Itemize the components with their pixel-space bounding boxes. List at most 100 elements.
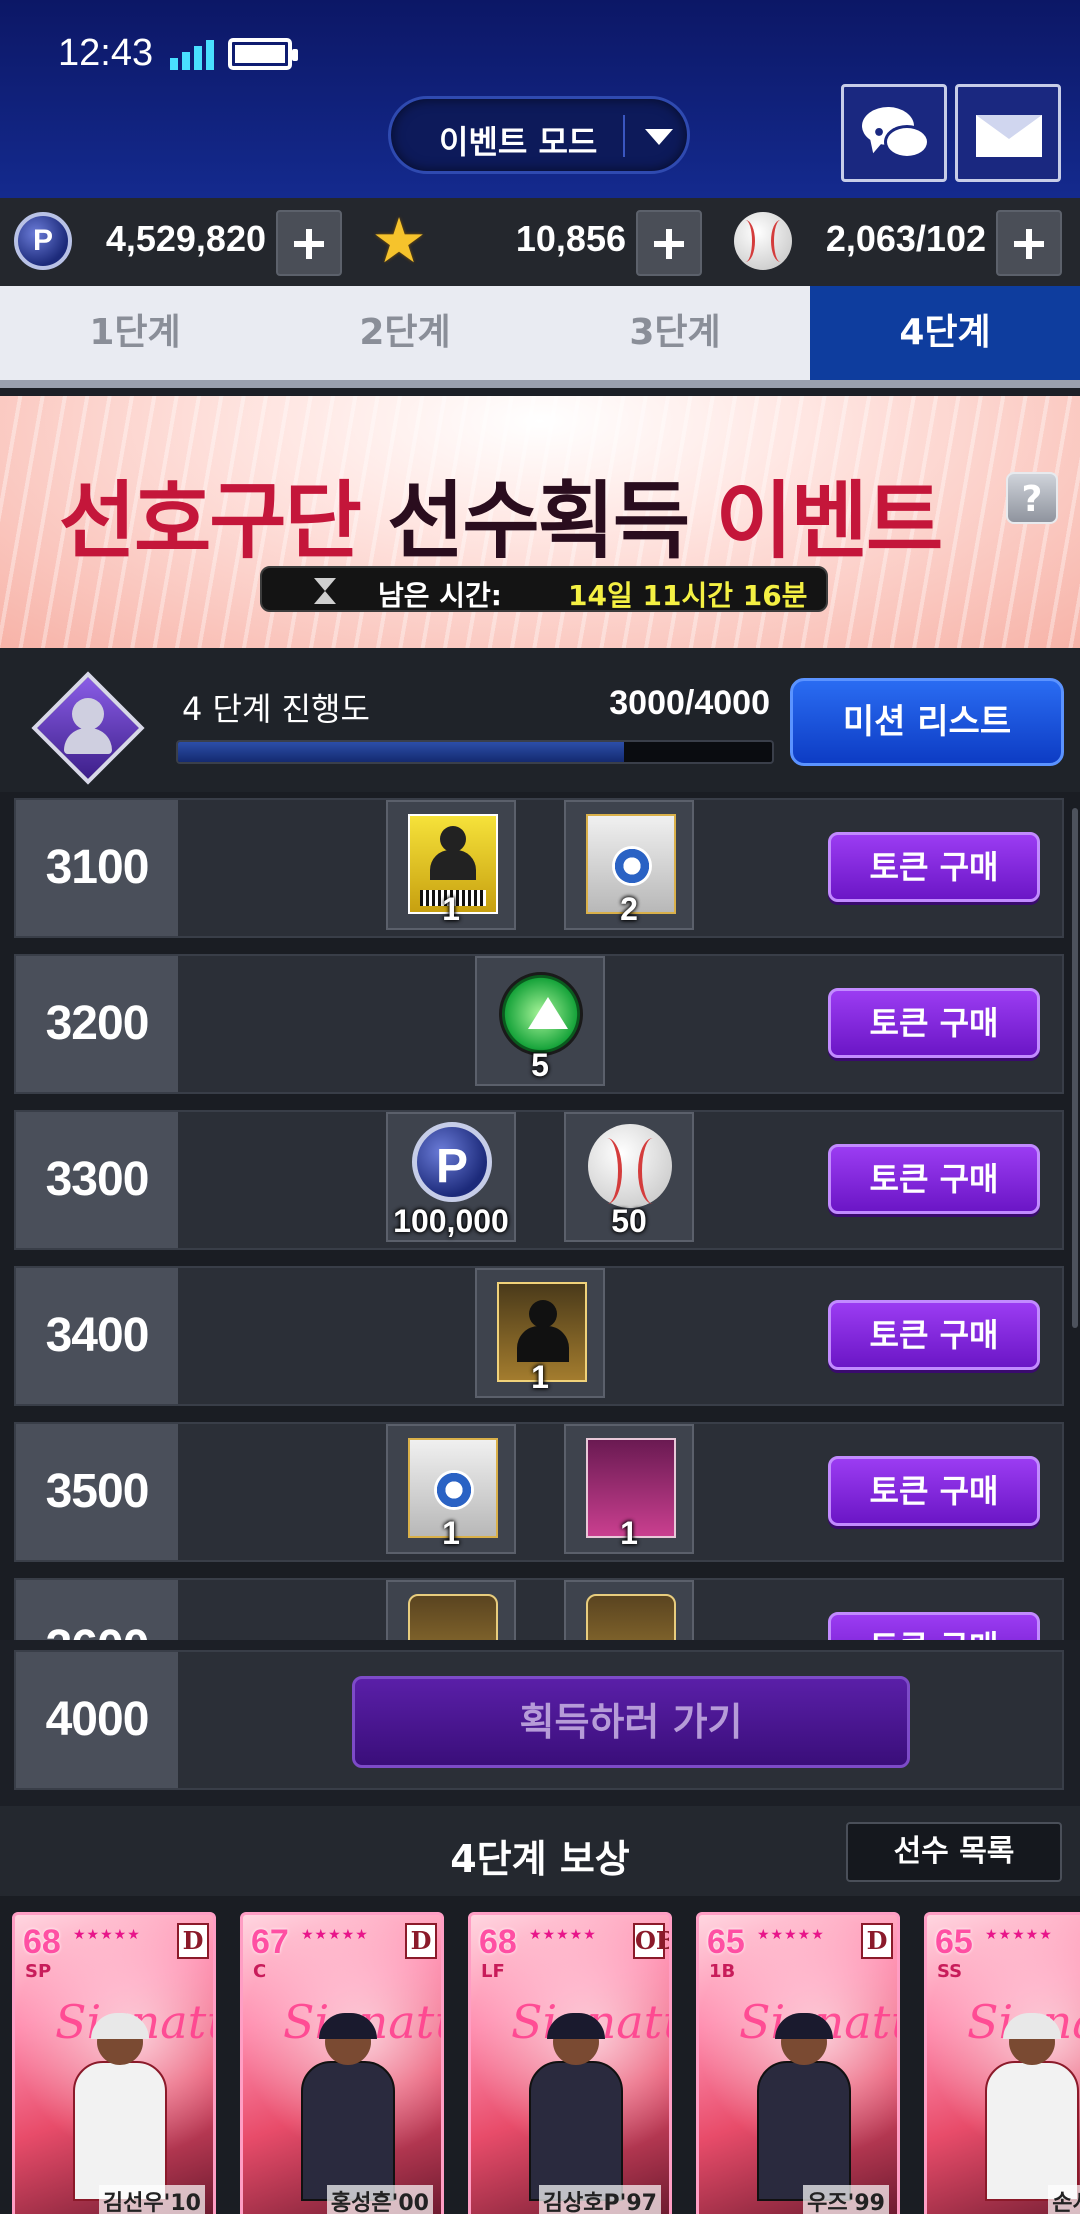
card-position: LF [481,1961,505,1982]
buy-token-button[interactable]: 토큰 구매 [828,1456,1040,1526]
player-portrait [743,2011,863,2201]
currency-value: 4,529,820 [105,218,266,259]
card-overall: 67 [251,1923,289,1961]
item-quantity: 5 [531,1047,549,1083]
mail-button[interactable] [955,84,1061,182]
reward-cards[interactable]: Signature68SP★★★★★D김선우'10Signature67C★★★… [0,1896,1080,2214]
reward-item-crest[interactable] [564,1580,694,1640]
player-card[interactable]: Signature65SS★★★★★D손시헌 [924,1912,1080,2214]
mode-dropdown[interactable]: 이벤트 모드 [388,96,690,174]
currency-points: P 4,529,820 [0,198,360,286]
row-score: 4000 [16,1652,178,1788]
item-quantity: 1 [442,891,460,927]
card-overall: 65 [707,1923,745,1961]
reward-item-baseball[interactable]: 50 [564,1112,694,1242]
signal-icon [170,36,214,70]
add-baseballs-button[interactable] [996,210,1062,276]
player-card[interactable]: Signature651B★★★★★D우즈'99 [696,1912,900,2214]
add-points-button[interactable] [276,210,342,276]
go-acquire-button[interactable]: 획득하러 가기 [352,1676,910,1768]
card-overall: 68 [23,1923,61,1961]
mission-list-button[interactable]: 미션 리스트 [790,678,1064,766]
card-stars: ★★★★★ [73,1927,141,1943]
progress-value: 3000/4000 [609,684,770,722]
buy-token-button[interactable]: 토큰 구매 [828,832,1040,902]
reward-item-upgrade-token[interactable]: 5 [475,956,605,1086]
banner-title-part1: 선호구단 [58,472,362,570]
reward-row: 3200 5 토큰 구매 [14,954,1064,1094]
player-card[interactable]: Signature67C★★★★★D홍성흔'00 [240,1912,444,2214]
card-overall: 68 [479,1923,517,1961]
team-logo-icon: D [861,1923,893,1959]
tab-stage-3[interactable]: 3단계 [540,286,810,380]
item-quantity: 2 [620,891,638,927]
team-logo-icon: OB [633,1923,669,1959]
item-quantity: 1 [442,1515,460,1551]
reward-item-player-card[interactable]: 1 [475,1268,605,1398]
card-stars: ★★★★★ [985,1927,1053,1943]
row-score: 3300 [16,1112,178,1248]
reward-item-scout-ticket[interactable]: 1 [386,800,516,930]
p-coin-icon: P [412,1122,492,1202]
team-logo-icon: D [177,1923,209,1959]
card-position: 1B [709,1961,736,1982]
player-portrait [59,2011,179,2201]
player-card[interactable]: Signature68LF★★★★★OB김상호P'97 [468,1912,672,2214]
stage-tabs: 1단계 2단계 3단계 4단계 [0,286,1080,388]
card-player-name: 우즈'99 [803,2185,889,2214]
crest-icon [586,1594,676,1640]
stage-badge-icon [31,671,145,785]
team-logo-icon: D [405,1923,437,1959]
tab-stage-4[interactable]: 4단계 [810,286,1080,380]
chat-button[interactable]: ••• [841,84,947,182]
banner-title-part2: 선수획득 [387,472,690,570]
buy-token-button[interactable]: 토큰 구매 [828,988,1040,1058]
card-player-name: 손시헌 [1048,2185,1080,2214]
row-score: 3500 [16,1424,178,1560]
progress-bar [176,740,774,764]
envelope-icon [976,115,1042,157]
currency-value: 10,856 [515,218,626,259]
card-stars: ★★★★★ [529,1927,597,1943]
reward-item-p-coin[interactable]: P 100,000 [386,1112,516,1242]
list-scrollbar[interactable] [1072,808,1078,1328]
rewards-section-header: 4단계 보상 선수 목록 [0,1806,1080,1896]
crest-icon [408,1594,498,1640]
card-position: C [253,1961,267,1982]
p-coin-icon: P [14,212,72,270]
reward-item-team-ticket[interactable]: 2 [564,800,694,930]
card-overall: 65 [935,1923,973,1961]
reward-item-crest[interactable] [386,1580,516,1640]
event-banner: 선호구단 선수획득 이벤트 ? 남은 시간: 14일 11시간 16분 [0,396,1080,648]
stage-progress: 4 단계 진행도 3000/4000 미션 리스트 [0,648,1080,792]
player-portrait [287,2011,407,2201]
card-position: SP [25,1961,52,1982]
reward-row: 3300 P 100,000 50 토큰 구매 [14,1110,1064,1250]
reward-list[interactable]: 3100 1 2 토큰 구매 3200 5 토큰 구매 3300 P 100,0… [0,792,1080,1640]
tab-stage-1[interactable]: 1단계 [0,286,270,380]
row-score: 3400 [16,1268,178,1404]
tab-stage-2[interactable]: 2단계 [270,286,540,380]
chevron-down-icon [645,129,673,145]
reward-row: 3400 1 토큰 구매 [14,1266,1064,1406]
mode-divider [623,115,625,157]
currency-bar: P 4,529,820 ★ 10,856 2,063/102 [0,198,1080,286]
reward-item-signature-scout-ticket[interactable]: 1 [564,1424,694,1554]
help-button[interactable]: ? [1006,472,1058,524]
card-stars: ★★★★★ [757,1927,825,1943]
add-stars-button[interactable] [636,210,702,276]
buy-token-button[interactable]: 토큰 구매 [828,1144,1040,1214]
buy-token-button[interactable]: 토큰 구매 [828,1300,1040,1370]
player-portrait [515,2011,635,2201]
currency-stars: ★ 10,856 [360,198,720,286]
player-card[interactable]: Signature68SP★★★★★D김선우'10 [12,1912,216,2214]
reward-item-team-ticket[interactable]: 1 [386,1424,516,1554]
buy-token-button[interactable]: 토큰 구매 [828,1612,1040,1640]
player-list-button[interactable]: 선수 목록 [846,1822,1062,1882]
status-time: 12:43 [58,32,154,74]
item-quantity: 50 [611,1203,647,1239]
reward-row: 3100 1 2 토큰 구매 [14,798,1064,938]
hourglass-icon [314,578,336,604]
upgrade-arrow-icon [499,972,583,1056]
banner-title: 선호구단 선수획득 이벤트 [0,454,1000,575]
